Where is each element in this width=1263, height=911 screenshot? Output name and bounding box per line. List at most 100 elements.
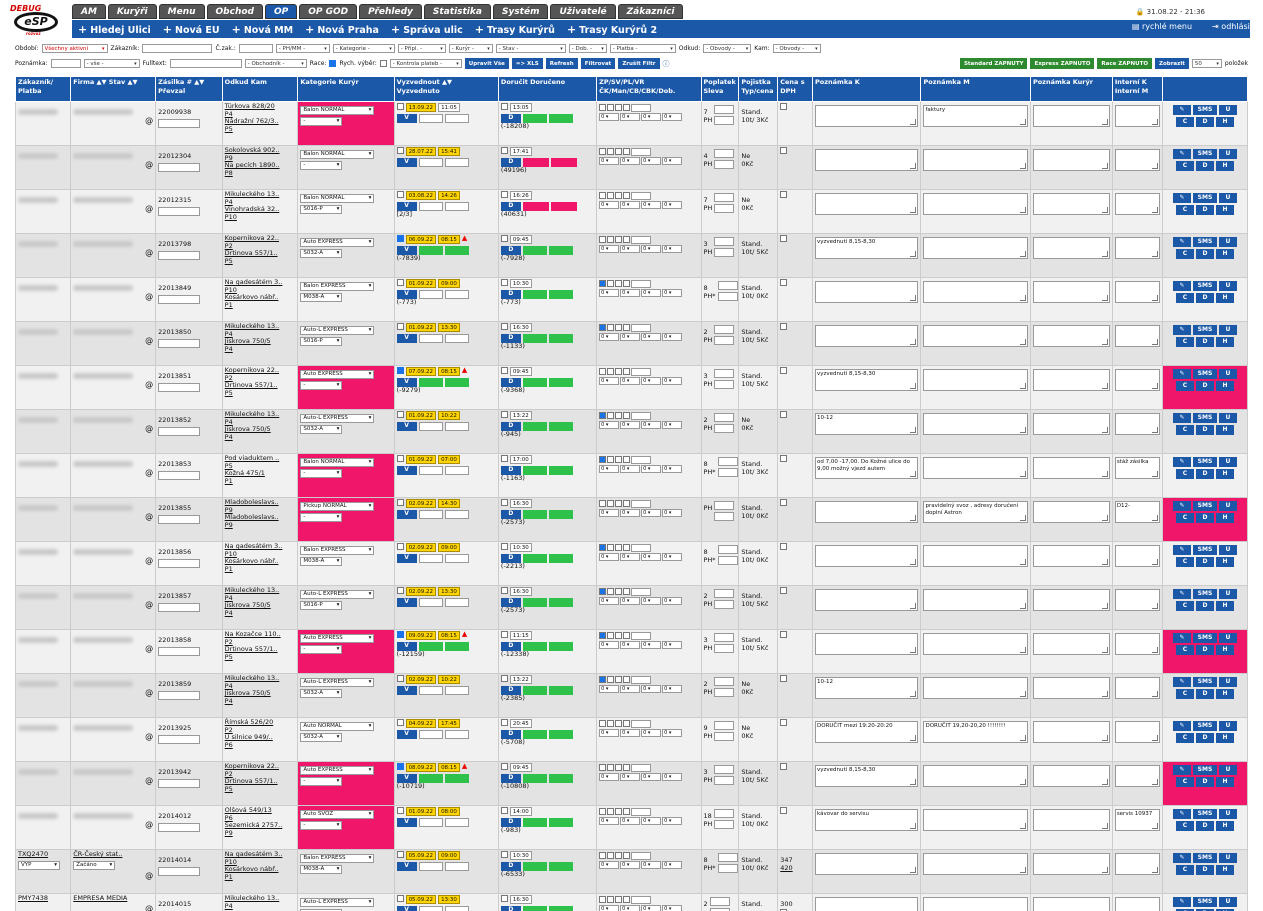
pickup-time[interactable]: 08:15	[438, 367, 460, 376]
pickup-date[interactable]: 01.09.22	[405, 323, 437, 332]
route-tp[interactable]: P4	[225, 345, 296, 354]
note-k-textarea[interactable]	[815, 897, 919, 911]
flag-checkbox[interactable]	[615, 676, 623, 683]
note-k-textarea[interactable]: vyzvednutí 8,15-8,30	[815, 765, 919, 787]
route-from[interactable]: Sokolovská 902..	[225, 147, 296, 155]
pickup-v-button[interactable]: V	[396, 334, 417, 343]
discount-pct-input[interactable]	[714, 248, 735, 257]
tab-přehledy[interactable]: Přehledy	[359, 4, 422, 19]
edit-icon[interactable]: ✎	[1172, 809, 1191, 819]
category-select[interactable]: Auto-L EXPRESS ▾	[300, 590, 375, 599]
flag-select[interactable]: 0 ▾	[662, 421, 683, 429]
flag-checkbox[interactable]	[607, 368, 615, 375]
subnav-item-1[interactable]: + Nová EU	[163, 23, 220, 36]
discount-pct-input[interactable]	[714, 160, 735, 169]
route-from[interactable]: Olšová 549/13	[225, 807, 296, 815]
pickup-time[interactable]: 08:15	[438, 763, 460, 772]
d-button[interactable]: D	[1195, 733, 1214, 743]
subnav-item-2[interactable]: + Nová MM	[232, 23, 294, 36]
flag-checkbox[interactable]	[615, 764, 623, 771]
courier-select[interactable]: - ▾	[300, 469, 343, 478]
u-button[interactable]: U	[1218, 809, 1237, 819]
note-k-textarea[interactable]	[815, 501, 919, 523]
flag-checkbox[interactable]	[623, 324, 631, 331]
flag-select[interactable]: 0 ▾	[641, 289, 662, 297]
mail-icon[interactable]: @	[145, 733, 153, 741]
flag-select[interactable]: 0 ▾	[620, 245, 641, 253]
delivery-checkbox[interactable]	[500, 411, 508, 418]
category-select[interactable]: Auto-L EXPRESS ▾	[300, 326, 375, 335]
pickup-v-button[interactable]: V	[396, 158, 417, 167]
zrusit-filtr-button[interactable]: Zrušit Filtr	[618, 58, 660, 69]
h-button[interactable]: H	[1215, 601, 1234, 611]
u-button[interactable]: U	[1218, 765, 1237, 775]
d-button[interactable]: D	[1195, 337, 1214, 347]
discount-input[interactable]	[714, 589, 735, 598]
pickup-checkbox[interactable]	[396, 323, 404, 330]
flag-select[interactable]: 0 ▾	[599, 509, 620, 517]
u-button[interactable]: U	[1218, 633, 1237, 643]
flag-select[interactable]: 0 ▾	[620, 421, 641, 429]
internal-k-textarea[interactable]	[1114, 413, 1160, 435]
flag-select[interactable]: 0 ▾	[662, 245, 683, 253]
flag-select[interactable]: 0 ▾	[599, 289, 620, 297]
discount-pct-input[interactable]	[714, 732, 735, 741]
flag-checkbox[interactable]	[607, 676, 615, 683]
obchodnik-select[interactable]: - Obchodník - ▾	[244, 59, 307, 68]
edit-icon[interactable]: ✎	[1172, 545, 1191, 555]
pickup-time[interactable]: 15:41	[438, 147, 460, 156]
delivery-d-button[interactable]: D	[500, 906, 521, 911]
note-k-textarea[interactable]	[815, 105, 919, 127]
u-button[interactable]: U	[1218, 677, 1237, 687]
pickup-date[interactable]: 09.09.22	[405, 631, 437, 640]
route-from[interactable]: Mladoboleslavs..	[225, 499, 296, 507]
c-button[interactable]: C	[1175, 645, 1194, 655]
flag-count[interactable]	[631, 456, 652, 464]
route-to[interactable]: Drtinova 557/1..	[225, 249, 296, 258]
flag-checkbox[interactable]	[607, 808, 615, 815]
route-to[interactable]: U silnice 949/..	[225, 733, 296, 742]
flag-select[interactable]: 0 ▾	[599, 201, 620, 209]
price-checkbox[interactable]	[780, 367, 788, 374]
flag-count[interactable]	[631, 764, 652, 772]
route-from[interactable]: Kopernikova 22..	[225, 235, 296, 243]
note-k-textarea[interactable]	[815, 325, 919, 347]
discount-pct-input[interactable]	[714, 776, 735, 785]
edit-icon[interactable]: ✎	[1172, 457, 1191, 467]
category-select[interactable]: Pickup NORMAL ▾	[300, 502, 375, 511]
flag-checkbox[interactable]	[607, 148, 615, 155]
courier-select[interactable]: S032-A ▾	[300, 249, 343, 258]
prevzal-input[interactable]	[158, 118, 201, 128]
flag-select[interactable]: 0 ▾	[620, 289, 641, 297]
pickup-v-button[interactable]: V	[396, 862, 417, 871]
flag-count[interactable]	[631, 588, 652, 596]
tab-uživatelé[interactable]: Uživatelé	[550, 4, 616, 19]
mail-icon[interactable]: @	[145, 117, 153, 125]
flag-checkbox[interactable]	[607, 588, 615, 595]
route-to[interactable]: Drtinova 557/1..	[225, 645, 296, 654]
company-name[interactable]: ČR-Český stat..	[73, 851, 153, 859]
sms-button[interactable]: SMS	[1192, 545, 1217, 555]
flag-checkbox[interactable]	[615, 368, 623, 375]
internal-k-textarea[interactable]: D12-	[1114, 501, 1160, 523]
tab-kurýři[interactable]: Kurýři	[107, 4, 157, 19]
discount-input[interactable]	[714, 501, 735, 510]
route-to[interactable]: Drtinova 557/1..	[225, 777, 296, 786]
flag-select[interactable]: 0 ▾	[641, 729, 662, 737]
flag-select[interactable]: 0 ▾	[641, 421, 662, 429]
note-k-textarea[interactable]	[815, 853, 919, 875]
flag-select[interactable]: 0 ▾	[599, 905, 620, 911]
flag-select[interactable]: 0 ▾	[620, 509, 641, 517]
route-from[interactable]: Mikuleckého 13..	[225, 323, 296, 331]
company-name[interactable]: EMPRESA MEDIA	[73, 895, 153, 903]
flag-count[interactable]	[631, 412, 652, 420]
pickup-checkbox[interactable]	[396, 147, 404, 154]
status-select[interactable]: Začáno ▾	[73, 860, 116, 870]
delivery-time-value[interactable]: 16:30	[509, 323, 532, 332]
discount-pct-input[interactable]	[717, 468, 738, 477]
pickup-checkbox[interactable]	[396, 191, 404, 198]
note-m-textarea[interactable]	[923, 633, 1028, 655]
route-tp[interactable]: P4	[225, 609, 296, 618]
u-button[interactable]: U	[1218, 325, 1237, 335]
delivery-checkbox[interactable]	[500, 763, 508, 770]
